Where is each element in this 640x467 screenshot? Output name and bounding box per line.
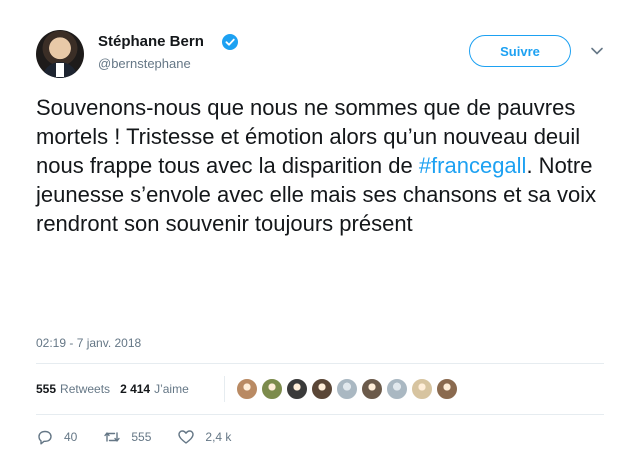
divider (36, 414, 604, 415)
reply-icon (38, 430, 52, 445)
verified-badge-icon (222, 34, 238, 50)
heart-icon (178, 430, 195, 444)
user-handle[interactable]: @bernstephane (98, 56, 191, 71)
stats-separator (224, 376, 225, 402)
hashtag-link[interactable]: #francegall (419, 153, 527, 178)
liker-avatar-3[interactable] (286, 378, 308, 400)
liker-avatar-default-egg[interactable] (336, 378, 358, 400)
retweet-icon (104, 432, 121, 442)
likes-label[interactable]: J’aime (154, 382, 189, 396)
like-button[interactable]: 2,4 k (177, 428, 231, 446)
profile-avatar[interactable] (36, 30, 84, 78)
chevron-down-icon[interactable] (590, 44, 604, 58)
tweet-timestamp[interactable]: 02:19 - 7 janv. 2018 (36, 336, 141, 350)
display-name[interactable]: Stéphane Bern (98, 33, 204, 50)
follow-button[interactable]: Suivre (469, 35, 571, 67)
likes-count[interactable]: 2 414 (120, 382, 150, 396)
tweet-actions: 40 555 2,4 k (36, 428, 257, 446)
retweet-count: 555 (131, 430, 152, 444)
avatar-shirt-shape (56, 63, 64, 77)
retweet-button[interactable]: 555 (103, 428, 151, 446)
tweet-card: Stéphane Bern @bernstephane Suivre Souve… (0, 0, 640, 467)
liker-avatar-6[interactable] (411, 378, 433, 400)
liker-avatar-default-egg[interactable] (386, 378, 408, 400)
retweets-label[interactable]: Retweets (60, 382, 110, 396)
tweet-text: Souvenons-nous que nous ne sommes que de… (36, 93, 616, 238)
liker-avatar-2[interactable] (261, 378, 283, 400)
reply-count: 40 (64, 430, 78, 444)
liker-avatar-1[interactable] (236, 378, 258, 400)
liker-avatar-5[interactable] (361, 378, 383, 400)
tweet-stats: 555 Retweets 2 414 J’aime (36, 378, 199, 400)
reply-button[interactable]: 40 (36, 428, 77, 446)
liker-avatar-4[interactable] (311, 378, 333, 400)
liker-avatar-7[interactable] (436, 378, 458, 400)
retweets-count[interactable]: 555 (36, 382, 56, 396)
liker-avatars (236, 378, 461, 400)
like-count: 2,4 k (205, 430, 232, 444)
divider (36, 363, 604, 364)
